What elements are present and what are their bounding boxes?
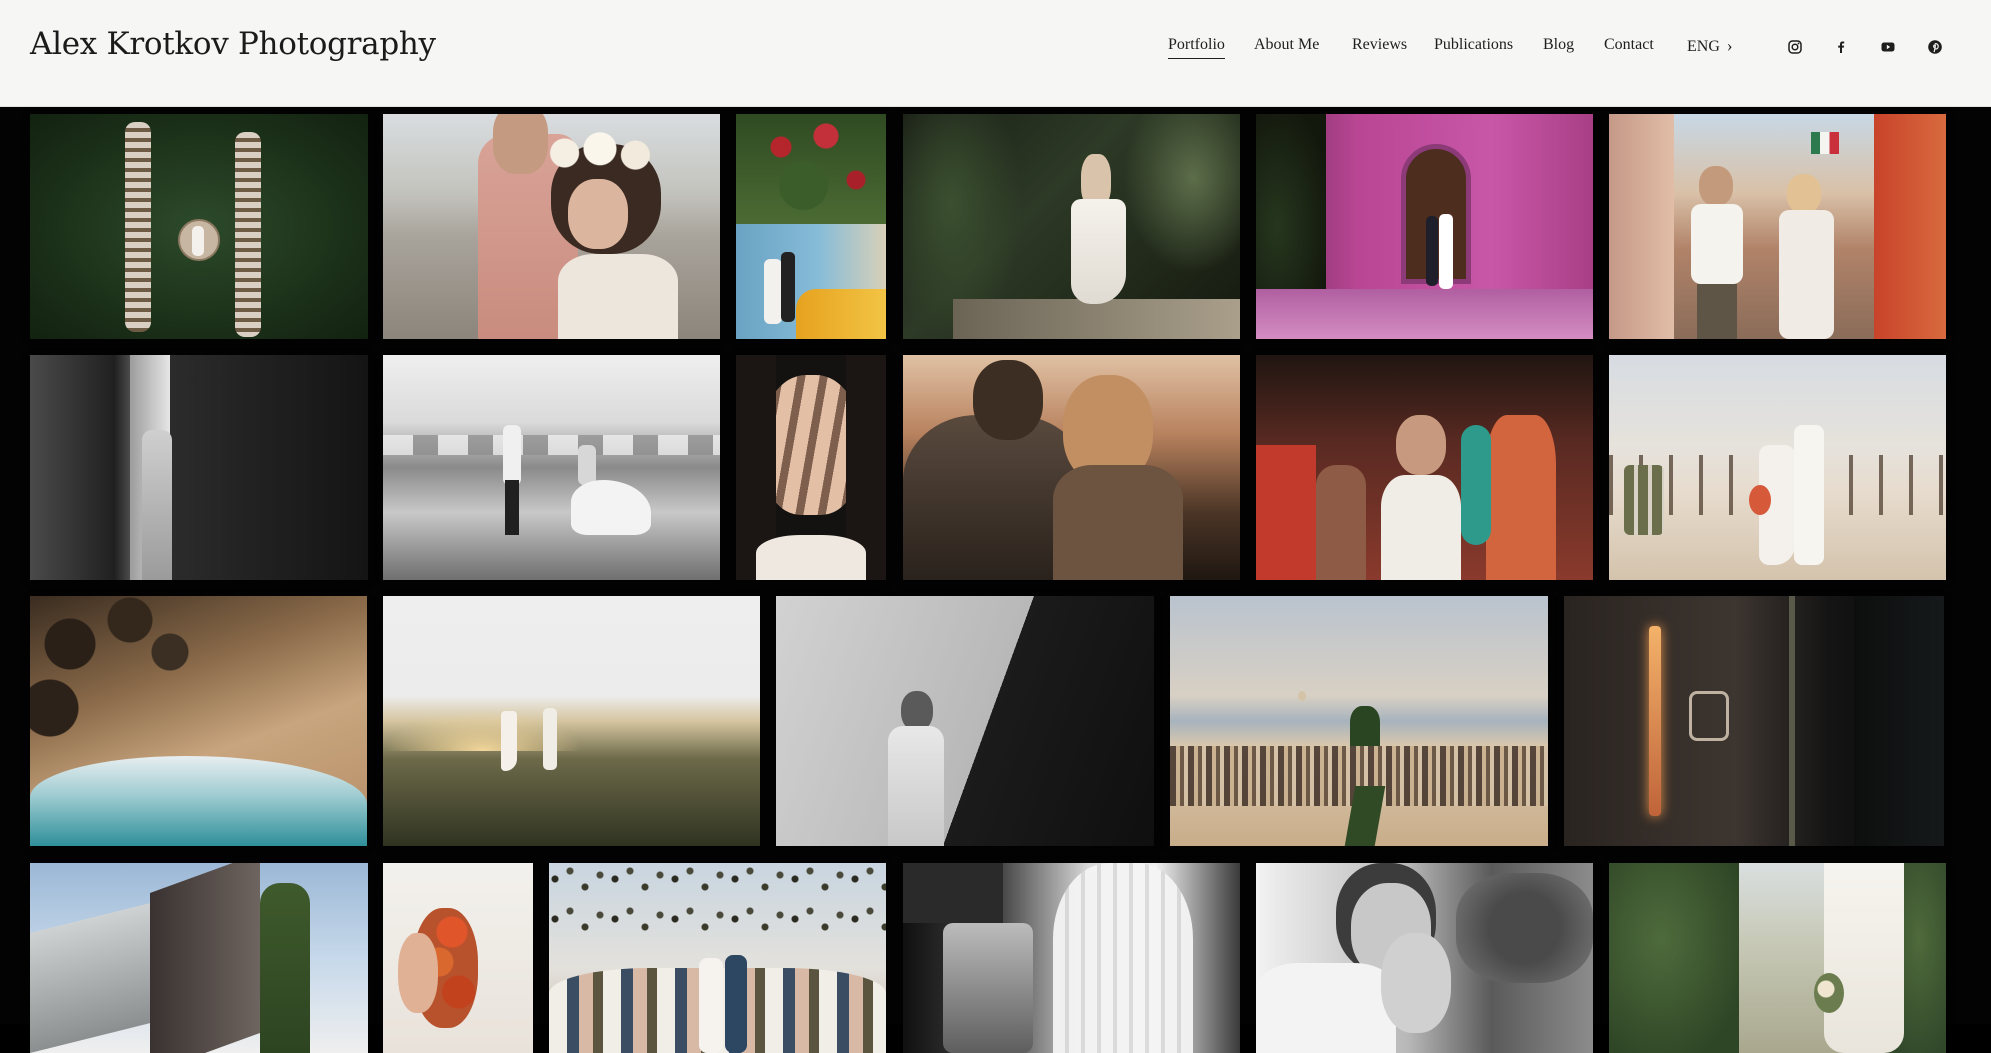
gallery-photo-couple-laughing-close-up-bw[interactable] [1256, 863, 1593, 1053]
gallery-photo-couple-at-pink-wall-wooden-door[interactable] [1256, 114, 1593, 339]
pinterest-icon[interactable] [1925, 37, 1945, 57]
gallery-photo-beach-ceremony-with-balloon[interactable] [1170, 596, 1548, 846]
nav-item-contact[interactable]: Contact [1604, 36, 1654, 58]
gallery-photo-aerial-reception-table-with-lights[interactable] [1564, 596, 1944, 846]
gallery-photo-bride-portrait-with-light-stripes[interactable] [736, 355, 886, 580]
gallery-photo-aerial-ceremony-rows-on-lawn[interactable] [30, 114, 368, 339]
language-selector[interactable]: ENG › [1687, 36, 1733, 60]
gallery-photo-aerial-rocky-coast-waves[interactable] [30, 596, 367, 846]
gallery-photo-bride-in-dark-corridor-bw[interactable] [30, 355, 368, 580]
gallery-photo-bride-with-orange-flowers-in-hair[interactable] [383, 863, 533, 1053]
nav-item-publications[interactable]: Publications [1434, 36, 1513, 58]
gallery-photo-couple-walking-colorful-street-with-flag[interactable] [1609, 114, 1946, 339]
gallery-photo-bride-walking-through-garden-path[interactable] [903, 114, 1240, 339]
nav-item-portfolio[interactable]: Portfolio [1168, 36, 1225, 59]
site-logo[interactable]: Alex Krotkov Photography [30, 26, 436, 62]
gallery-photo-groom-in-pink-suit-hugging-bride-with-flower-crown[interactable] [383, 114, 720, 339]
facebook-icon[interactable] [1831, 37, 1851, 57]
gallery-photo-couple-by-blue-wall-with-bougainvillea-and-taxi[interactable] [736, 114, 886, 339]
gallery-photo-bride-by-modern-wall-with-cactus[interactable] [30, 863, 368, 1053]
gallery-photo-couple-holding-hands-in-surf-bw[interactable] [383, 355, 720, 580]
gallery-photo-bride-holding-bouquet-among-cacti[interactable] [1609, 863, 1946, 1053]
gallery-photo-confetti-toss-wedding-party[interactable] [549, 863, 886, 1053]
gallery-photo-couple-embracing-at-sunset[interactable] [903, 355, 1240, 580]
gallery-photo-couple-with-veil-bw[interactable] [903, 863, 1240, 1053]
gallery-photo-groom-in-light-and-shadow-bw[interactable] [776, 596, 1154, 846]
site-header: Alex Krotkov Photography Portfolio About… [0, 0, 1991, 107]
portfolio-gallery [0, 107, 1991, 1053]
nav-item-reviews[interactable]: Reviews [1352, 36, 1407, 58]
nav-item-about-me[interactable]: About Me [1254, 36, 1319, 58]
gallery-photo-couple-walking-through-grassy-hills[interactable] [383, 596, 760, 846]
instagram-icon[interactable] [1785, 37, 1805, 57]
chevron-right-icon: › [1726, 36, 1733, 55]
youtube-icon[interactable] [1878, 37, 1898, 57]
gallery-photo-bride-dancing-with-guests[interactable] [1256, 355, 1593, 580]
language-label: ENG [1687, 38, 1720, 55]
nav-item-blog[interactable]: Blog [1543, 36, 1574, 58]
gallery-photo-couple-at-beach-ceremony-chairs[interactable] [1609, 355, 1946, 580]
